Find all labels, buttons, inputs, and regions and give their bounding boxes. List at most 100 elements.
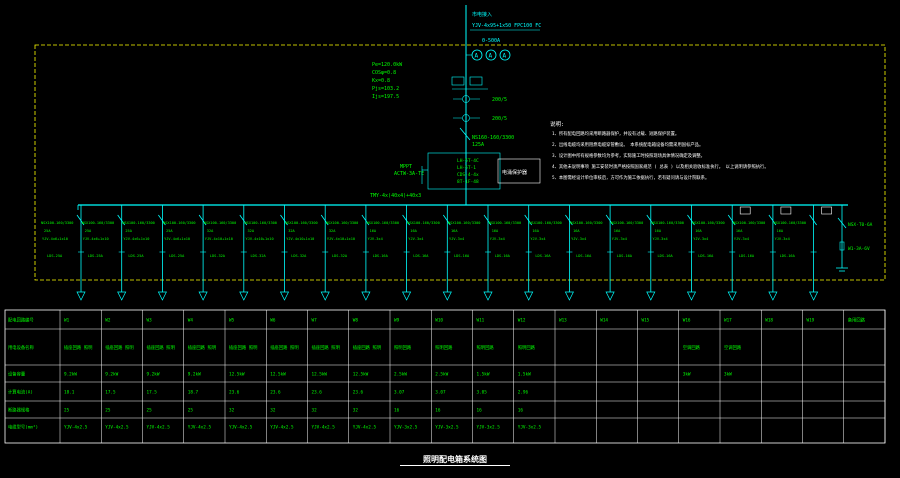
- table-col-id: W2: [105, 318, 111, 324]
- table-device: 插座回路 照明: [312, 344, 340, 351]
- table-device: 插座回路 照明: [270, 344, 298, 351]
- feeder-rating: 16A: [410, 229, 417, 233]
- table-device: 照明回路: [477, 344, 495, 351]
- svg-text:CDS-4-4x: CDS-4-4x: [457, 172, 479, 178]
- electrical-diagram: 市电接入 YJV-4x95+1x50 FPC100 FC 0-500A A A …: [4, 5, 886, 444]
- table-cable: YJV-3x2.5: [394, 425, 418, 431]
- table-col-id: W7: [312, 318, 318, 324]
- table-current: 2.96: [518, 390, 529, 396]
- feeder-rating: 25A: [44, 229, 51, 233]
- table-current: 23.6: [270, 390, 281, 396]
- feeder-circuit: NSX100-160/3300 25A YJV-4x6+1x10 LDS-25A: [122, 205, 167, 301]
- bus-cable-label: TMY-4x(40x4)+40x3: [370, 193, 421, 199]
- table-col-id: W3: [147, 318, 153, 324]
- table-col-id: W15: [642, 318, 650, 324]
- table-capacity: 9.2kW: [64, 372, 77, 378]
- feeder-rating: 16A: [370, 229, 377, 233]
- feeder-arrow-icon: [727, 291, 737, 301]
- feeder-rating: 25A: [125, 229, 132, 233]
- feeder-circuit: NSX100-160/3300 16A YJV-3x4 LDS-16A: [692, 205, 751, 301]
- table-current: 17.5: [147, 390, 158, 396]
- table-col-id: W4: [188, 318, 194, 324]
- table-breaker: 16: [394, 408, 400, 414]
- table-device: 插座回路 照明: [353, 344, 381, 351]
- table-current: 3.05: [477, 390, 488, 396]
- feeder-breaker: NSX100-160/3300: [529, 221, 561, 225]
- incoming-range: 0-500A: [482, 38, 500, 44]
- svg-text:4、其他未说明事项 施工安装时须严格按照国: 4、其他未说明事项 施工安装时须严格按照国家规范 ( 总表 ) 以及相关验收标准…: [552, 163, 769, 170]
- svg-text:A: A: [503, 53, 507, 60]
- table-breaker: 16: [435, 408, 441, 414]
- feeder-circuit: NSX100-160/3300 16A YJV-3x4 LDS-16A: [774, 205, 832, 301]
- feeder-device: LDS-16A: [617, 254, 633, 258]
- table-capacity: 12.5kW: [353, 372, 369, 378]
- feeder-circuit: NSX100-160/3300 25A YJV-4x6+1x10 LDS-25A: [41, 205, 86, 301]
- table-current: 3.07: [394, 390, 405, 396]
- svg-text:8T-1F-48: 8T-1F-48: [457, 179, 479, 185]
- feeder-breaker: NSX100-160/3300: [204, 221, 236, 225]
- notes-block: 说明: 1、所有配电回路均采用断路器保护，并设有过载、短路保护装置。 2、出线电…: [550, 120, 769, 181]
- feeder-circuit: NSX100-160/3300 16A YJV-3x4 LDS-16A: [611, 205, 656, 301]
- feeder-circuit: NSX100-160/3300 32A YJV-4x10+1x10 LDS-32A: [285, 205, 330, 301]
- feeder-breaker: NSX100-160/3300: [652, 221, 684, 225]
- table-col-id: W13: [559, 318, 567, 324]
- table-breaker: 32: [353, 408, 359, 414]
- table-capacity: 9.2kW: [188, 372, 201, 378]
- feeder-cable: YJV-3x4: [612, 237, 627, 241]
- table-breaker: 16: [518, 408, 524, 414]
- feeder-arrow-icon: [646, 291, 656, 301]
- table-current: 23.6: [312, 390, 323, 396]
- table-current: 18.7: [188, 390, 199, 396]
- feeder-device: LDS-16A: [576, 254, 592, 258]
- feeder-arrow-icon: [117, 291, 127, 301]
- table-col-id: W11: [477, 318, 485, 324]
- feeder-breaker: NSX100-160/3300: [733, 221, 765, 225]
- table-current: 18.1: [64, 390, 75, 396]
- feeder-rating: 16A: [695, 229, 702, 233]
- table-device: 照明回路: [518, 344, 536, 351]
- feeder-device: LDS-32A: [251, 254, 267, 258]
- table-col-id: W18: [765, 318, 773, 324]
- feeder-cable: YJV-3x4: [490, 237, 505, 241]
- table-cable: YJV-4x2.5: [64, 425, 88, 431]
- feeder-breaker: NSX100-160/3300: [611, 221, 643, 225]
- svg-text:125A: 125A: [472, 142, 484, 148]
- table-capacity: 12.5kW: [312, 372, 328, 378]
- table-breaker: 32: [229, 408, 235, 414]
- spare-circuit: NSX-T0-6A W1-3A-6V: [836, 205, 873, 272]
- feeder-cable: YJV-4x6+1x10: [164, 237, 190, 241]
- feeder-cable: YJV-3x4: [449, 237, 464, 241]
- feeder-device: LDS-16A: [535, 254, 551, 258]
- svg-text:2、出线电缆均采用阻燃电缆穿管敷设。 本系统配电箱设: 2、出线电缆均采用阻燃电缆穿管敷设。 本系统配电箱设备均需采用国标产品。: [552, 141, 703, 148]
- table-device: 照明回路: [435, 344, 453, 351]
- table-cable: YJV-4x2.5: [229, 425, 253, 431]
- feeder-breaker: NSX100-160/3300: [570, 221, 602, 225]
- svg-text:ACTW-3A-TE: ACTW-3A-TE: [394, 171, 424, 177]
- feeder-cable: YJV-3x4: [530, 237, 545, 241]
- table-breaker: 32: [312, 408, 318, 414]
- feeder-circuit: NSX100-160/3300 16A YJV-3x4 LDS-16A: [570, 205, 615, 301]
- feeder-device: LDS-16A: [698, 254, 714, 258]
- feeder-circuit: NSX100-160/3300 16A YJV-3x4 LDS-16A: [448, 205, 493, 301]
- feeder-rating: 16A: [777, 229, 784, 233]
- table-col-id: W5: [229, 318, 235, 324]
- feeder-arrow-icon: [402, 291, 412, 301]
- feeder-breaker: NSX100-160/3300: [489, 221, 521, 225]
- feeder-rating: 32A: [288, 229, 295, 233]
- table-col-id: W6: [270, 318, 276, 324]
- sheet-title: 照明配电箱系统图: [400, 455, 510, 466]
- feeder-breaker: NSX100-160/3300: [163, 221, 195, 225]
- table-device: 插座回路 照明: [105, 344, 133, 351]
- feeder-arrow-icon: [157, 291, 167, 301]
- feeder-circuit: NSX100-160/3300 16A YJV-3x4 LDS-16A: [733, 205, 792, 301]
- table-device: 插座回路 照明: [64, 344, 92, 351]
- table-col-id: W16: [683, 318, 691, 324]
- feeder-breaker: NSX100-160/3300: [774, 221, 806, 225]
- table-device: 空调回路: [683, 344, 701, 351]
- table-breaker: 25: [105, 408, 111, 414]
- feeder-rating: 25A: [166, 229, 173, 233]
- ammeter-group: A A A: [466, 49, 511, 61]
- table-capacity: 3kW: [683, 372, 691, 378]
- svg-text:Pjs=103.2: Pjs=103.2: [372, 86, 399, 92]
- feeder-circuit: NSX100-160/3300 16A YJV-3x4 LDS-16A: [652, 205, 697, 301]
